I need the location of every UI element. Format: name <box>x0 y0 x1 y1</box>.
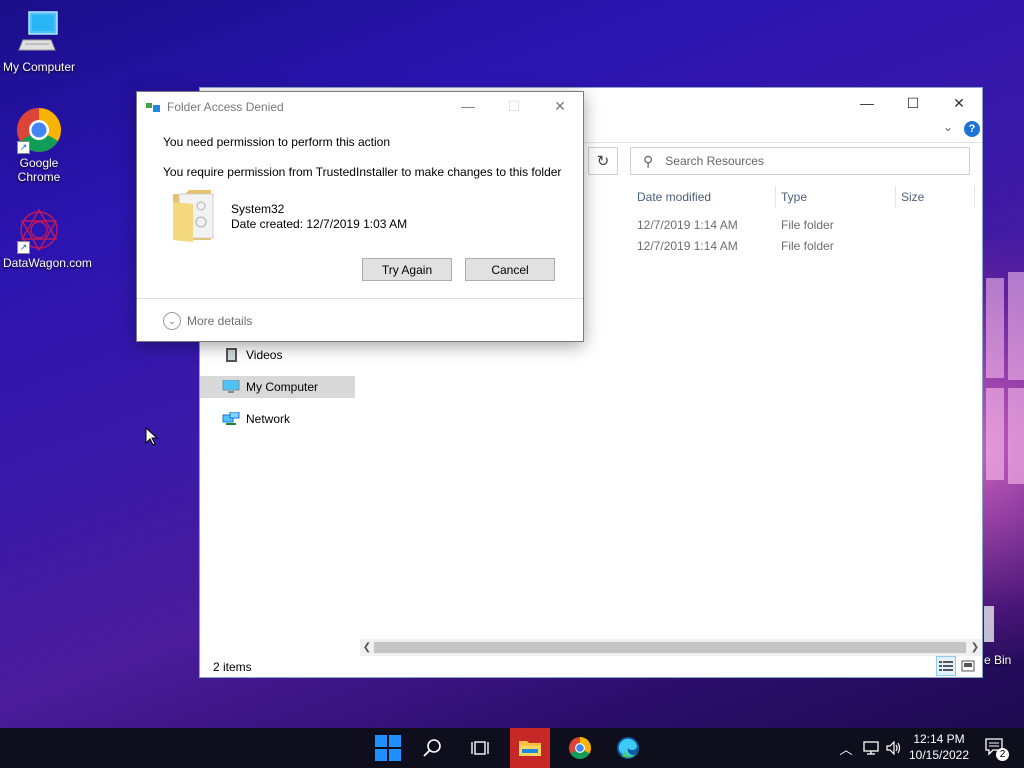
clock-date: 10/15/2022 <box>908 748 970 762</box>
maximize-button: ☐ <box>507 97 521 114</box>
desktop-icon-my-computer[interactable]: My Computer <box>0 10 78 74</box>
dialog-message: You need permission to perform this acti… <box>163 135 391 149</box>
notification-center-button[interactable]: 2 <box>980 728 1012 768</box>
chrome-taskbar-button[interactable] <box>560 728 600 768</box>
help-icon[interactable]: ? <box>964 121 980 137</box>
edge-icon <box>617 737 639 759</box>
wallpaper-pane <box>1008 272 1024 380</box>
dialog-detail: You require permission from TrustedInsta… <box>163 165 562 179</box>
clock-time: 12:14 PM <box>913 732 965 746</box>
recycle-bin-label: e Bin <box>984 653 1012 667</box>
desktop-icon-google-chrome[interactable]: ↗ Google Chrome <box>0 106 78 184</box>
nav-item-label: My Computer <box>246 380 319 394</box>
search-input[interactable]: ⚲ Search Resources <box>630 147 970 175</box>
nav-item-videos[interactable]: Videos <box>200 344 355 366</box>
computer-icon <box>222 379 240 394</box>
start-button[interactable] <box>368 728 408 768</box>
notification-badge: 2 <box>996 748 1009 761</box>
refresh-button[interactable]: ↻ <box>588 147 618 175</box>
nav-item-my-computer[interactable]: My Computer <box>200 376 355 398</box>
refresh-icon: ↻ <box>596 153 610 170</box>
large-icons-view-icon <box>961 660 975 672</box>
column-header-type[interactable]: Type <box>781 186 807 208</box>
dialog-window-controls: — ☐ ✕ <box>445 92 583 120</box>
network-icon <box>222 411 240 426</box>
try-again-button[interactable]: Try Again <box>362 258 452 281</box>
column-header-size[interactable]: Size <box>901 186 924 208</box>
horizontal-scrollbar[interactable]: ❮ ❯ <box>360 639 982 656</box>
details-view-button[interactable] <box>936 656 956 676</box>
search-button[interactable] <box>412 728 452 768</box>
window-controls: — ☐ ✕ <box>844 88 982 118</box>
task-view-icon <box>471 741 489 755</box>
column-header-date-modified[interactable]: Date modified <box>637 186 711 208</box>
network-tray-button[interactable] <box>860 728 882 768</box>
monitor-icon <box>15 10 63 58</box>
volume-tray-button[interactable] <box>884 728 904 768</box>
desktop-icon-label: DataWagon.com <box>3 256 92 270</box>
dialog-title: Folder Access Denied <box>167 100 284 114</box>
column-divider[interactable] <box>895 186 896 208</box>
wallpaper-pane <box>1008 388 1024 484</box>
folder-date-created: Date created: 12/7/2019 1:03 AM <box>231 217 408 231</box>
row-date-modified[interactable]: 12/7/2019 1:14 AM <box>637 239 738 253</box>
dialog-divider <box>137 298 583 299</box>
cancel-button[interactable]: Cancel <box>465 258 555 281</box>
taskbar: ︿ 12:14 PM 10/15/2022 2 <box>0 728 1024 768</box>
search-icon <box>423 739 441 757</box>
network-icon <box>863 741 879 755</box>
folder-name: System32 <box>231 202 285 216</box>
windows-logo-icon <box>375 735 401 761</box>
edge-taskbar-button[interactable] <box>608 728 648 768</box>
row-date-modified[interactable]: 12/7/2019 1:14 AM <box>637 218 738 232</box>
file-explorer-taskbar-button[interactable] <box>510 728 550 768</box>
search-icon: ⚲ <box>643 152 654 169</box>
desktop-icon-label: Google Chrome <box>17 156 61 184</box>
scroll-left-icon[interactable]: ❮ <box>360 639 374 656</box>
speaker-icon <box>886 741 901 755</box>
chevron-up-icon: ︿ <box>839 741 853 757</box>
nav-item-label: Videos <box>246 348 283 362</box>
more-details-toggle[interactable]: ⌄ More details <box>163 312 252 330</box>
close-button[interactable]: ✕ <box>537 92 583 120</box>
wallpaper-pane <box>986 278 1004 378</box>
desktop-icon-datawagon[interactable]: ↗ DataWagon.com <box>0 206 92 270</box>
wallpaper-pane <box>986 388 1004 480</box>
large-icons-view-button[interactable] <box>958 656 978 676</box>
search-placeholder: Search Resources <box>665 154 764 168</box>
chevron-down-icon: ⌄ <box>163 312 181 330</box>
close-button[interactable]: ✕ <box>936 88 982 118</box>
shortcut-arrow-icon: ↗ <box>17 141 30 154</box>
recycle-bin-icon[interactable] <box>984 606 994 642</box>
taskbar-clock[interactable]: 12:14 PM 10/15/2022 <box>904 731 974 763</box>
ribbon-expand-icon[interactable]: ⌄ <box>943 120 953 134</box>
details-view-icon <box>939 661 953 671</box>
chrome-icon: ↗ <box>15 106 63 154</box>
shortcut-arrow-icon: ↗ <box>17 241 30 254</box>
minimize-button[interactable]: — <box>844 88 890 118</box>
column-divider[interactable] <box>775 186 776 208</box>
chrome-icon <box>569 737 591 759</box>
row-type[interactable]: File folder <box>781 218 834 232</box>
scrollbar-thumb[interactable] <box>374 642 966 653</box>
scroll-right-icon[interactable]: ❯ <box>968 639 982 656</box>
minimize-button[interactable]: — <box>445 92 491 120</box>
maximize-button[interactable]: ☐ <box>890 88 936 118</box>
show-hidden-icons-button[interactable]: ︿ <box>836 728 856 768</box>
more-details-label: More details <box>187 314 253 328</box>
column-divider[interactable] <box>974 186 975 208</box>
status-item-count: 2 items <box>213 660 252 674</box>
nav-item-network[interactable]: Network <box>200 408 355 430</box>
row-type[interactable]: File folder <box>781 239 834 253</box>
nav-item-label: Network <box>246 412 291 426</box>
film-icon <box>222 348 240 362</box>
datawagon-logo-icon: ↗ <box>15 206 63 254</box>
explorer-app-icon <box>146 101 160 113</box>
desktop-icon-label: My Computer <box>2 60 76 74</box>
task-view-button[interactable] <box>460 728 500 768</box>
folder-icon <box>519 741 541 756</box>
folder-icon <box>171 188 217 247</box>
folder-access-denied-dialog: Folder Access Denied — ☐ ✕ You need perm… <box>136 91 584 342</box>
